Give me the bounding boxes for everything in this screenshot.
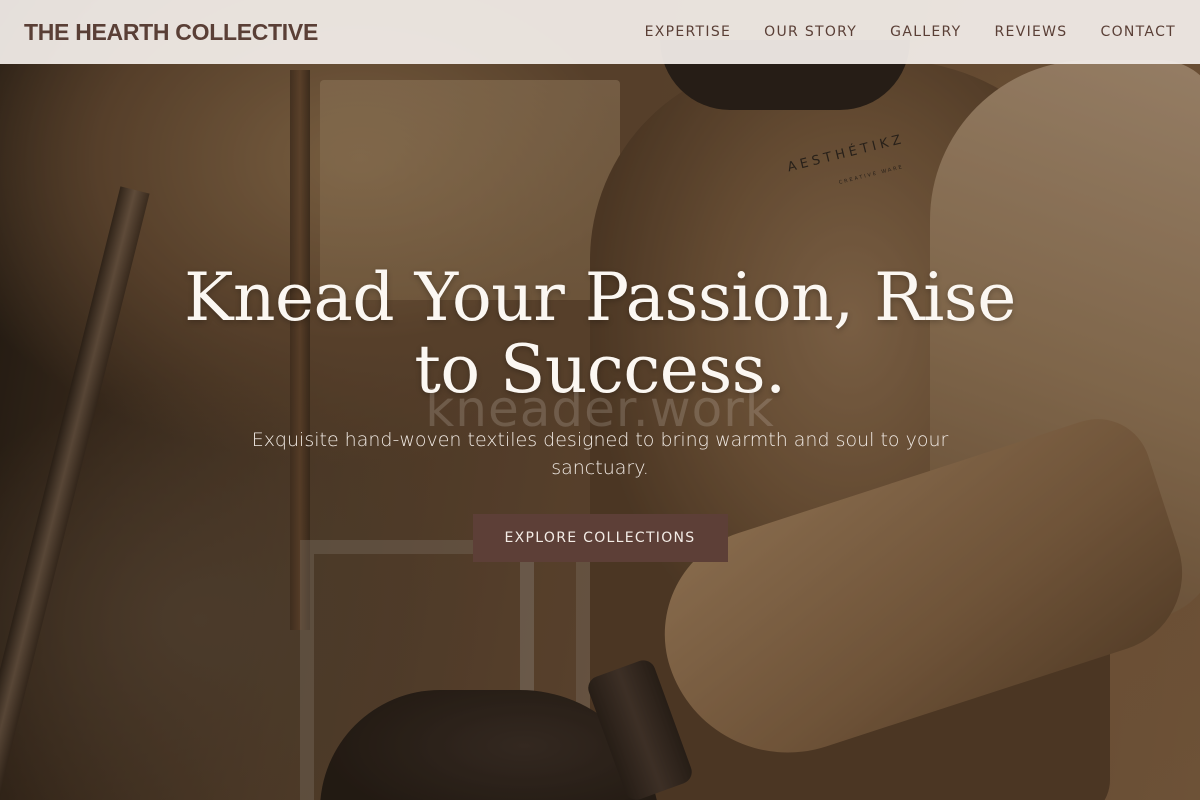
nav-link-our-story[interactable]: OUR STORY (764, 24, 857, 40)
nav-link-expertise[interactable]: EXPERTISE (645, 24, 732, 40)
hero-content: kneader.work Knead Your Passion, Rise to… (0, 262, 1200, 562)
nav-link-gallery[interactable]: GALLERY (890, 24, 961, 40)
nav-link-reviews[interactable]: REVIEWS (995, 24, 1068, 40)
nav-link-contact[interactable]: CONTACT (1101, 24, 1177, 40)
main-nav: EXPERTISE OUR STORY GALLERY REVIEWS CONT… (645, 24, 1176, 40)
explore-collections-button[interactable]: EXPLORE COLLECTIONS (472, 514, 728, 562)
site-header: THE HEARTH COLLECTIVE EXPERTISE OUR STOR… (0, 0, 1200, 64)
brand-logo[interactable]: THE HEARTH COLLECTIVE (24, 19, 318, 46)
hero-watermark: kneader.work (425, 380, 775, 438)
